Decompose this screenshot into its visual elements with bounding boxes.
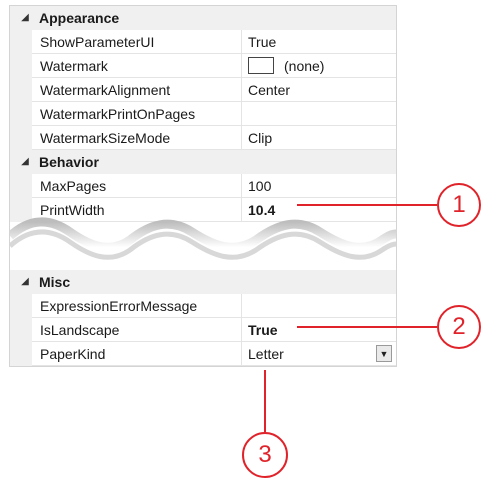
callout-number-3: 3 [258, 441, 272, 468]
callout-number-1: 1 [452, 191, 466, 218]
callout-overlay [242, 183, 481, 478]
callout-number-2: 2 [452, 313, 466, 340]
